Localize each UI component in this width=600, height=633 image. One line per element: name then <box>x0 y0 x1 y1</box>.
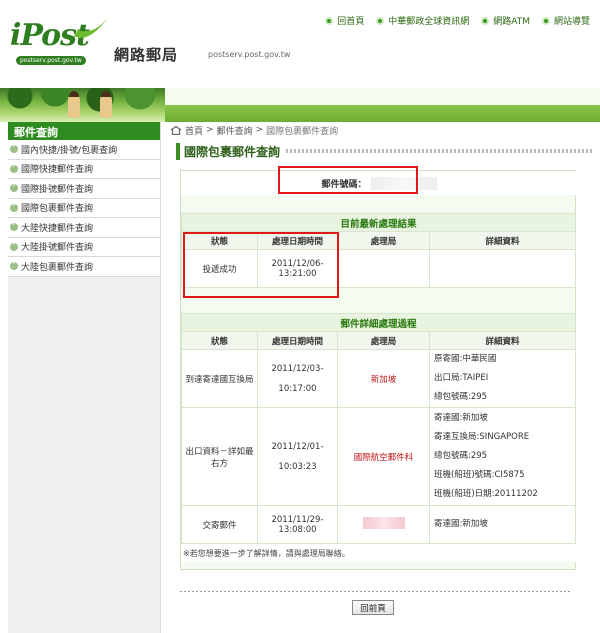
home-icon <box>170 125 182 135</box>
title-divider <box>286 149 592 153</box>
datetime-cell: 2011/11/29- 13:08:00 <box>257 505 338 544</box>
main-content: 首頁 > 郵件查詢 > 國際包裹郵件查詢 國際包裹郵件查詢 郵件號碼： 目前最新… <box>168 122 592 570</box>
chevron-right-icon <box>10 258 18 271</box>
latest-result-table: 目前最新處理結果 狀態 處理日期時間 處理局 詳細資料 投遞成功 2011/12… <box>180 213 577 288</box>
sidebar-item-intl-express[interactable]: 國際快捷郵件查詢 <box>8 159 160 179</box>
office-cell <box>337 249 430 288</box>
breadcrumb-home[interactable]: 首頁 <box>185 124 203 137</box>
sidebar-item-china-parcel[interactable]: 大陸包裹郵件查詢 <box>8 257 160 277</box>
details-cell <box>428 249 577 288</box>
banner-bar <box>165 88 600 122</box>
status-cell: 到達寄達國互換局 <box>181 349 258 408</box>
site-url: postserv.post.gov.tw <box>208 50 291 59</box>
chevron-right-icon <box>10 219 18 232</box>
details-cell: 原寄國:中華民國 出口局:TAIPEI 總包號碼:295 <box>428 349 577 408</box>
nav-atm-link[interactable]: 網路ATM <box>481 14 530 27</box>
chevron-right-icon <box>10 141 18 154</box>
character-illustration <box>100 91 112 118</box>
table-row: 交寄郵件 2011/11/29- 13:08:00 寄達國:新加坡 <box>181 505 577 544</box>
character-illustration <box>68 91 80 118</box>
office-cell: 新加坡 <box>337 349 430 408</box>
sidebar-title: 郵件查詢 <box>8 122 160 140</box>
details-cell: 寄達國:新加坡 <box>428 505 577 544</box>
table-row: 出口資料－詳如最右方 2011/12/01- 10:03:23 國際航空郵件科 寄… <box>181 407 577 506</box>
col-datetime: 處理日期時間 <box>257 231 338 250</box>
logo-sub: postserv.post.gov.tw <box>16 56 86 65</box>
latest-section-title: 目前最新處理結果 <box>180 213 577 232</box>
office-cell-redacted <box>337 505 430 544</box>
trees-illustration <box>0 88 165 122</box>
site-title: 網路郵局 <box>114 46 179 64</box>
top-nav: 回首頁 中華郵政全球資訊網 網路ATM 網站導覽 <box>325 14 590 27</box>
history-section: 郵件詳細處理過程 狀態 處理日期時間 處理局 詳細資料 到達寄達國互換局 201… <box>180 313 577 562</box>
mail-number-row: 郵件號碼： <box>181 171 577 195</box>
sidebar-item-domestic[interactable]: 國內快捷/掛號/包裹查詢 <box>8 140 160 160</box>
breadcrumb-sep: > <box>255 125 264 135</box>
bullet-icon <box>541 16 550 25</box>
latest-result-section: 目前最新處理結果 狀態 處理日期時間 處理局 詳細資料 投遞成功 2011/12… <box>180 213 577 288</box>
contact-note: ※若您想要進一步了解詳情，請與處理局聯絡。 <box>181 544 577 562</box>
header-banner <box>0 88 600 122</box>
history-table: 郵件詳細處理過程 狀態 處理日期時間 處理局 詳細資料 到達寄達國互換局 201… <box>180 313 577 544</box>
breadcrumb-sep: > <box>206 125 214 135</box>
mail-number-label: 郵件號碼： <box>321 179 367 190</box>
chevron-right-icon <box>10 239 18 251</box>
breadcrumb: 首頁 > 郵件查詢 > 國際包裹郵件查詢 <box>168 122 592 138</box>
col-office: 處理局 <box>337 331 430 350</box>
col-office: 處理局 <box>337 231 430 250</box>
col-status: 狀態 <box>181 231 258 250</box>
page-title-row: 國際包裹郵件查詢 <box>168 140 592 162</box>
result-panel: 郵件號碼： 目前最新處理結果 狀態 處理日期時間 處理局 詳細資料 投遞成功 2… <box>180 170 577 570</box>
sidebar-item-intl-registered[interactable]: 國際掛號郵件查詢 <box>8 179 160 199</box>
table-row: 投遞成功 2011/12/06- 13:21:00 <box>181 249 577 288</box>
site-header: iPost postserv.post.gov.tw 網路郵局 postserv… <box>0 0 600 88</box>
sidebar-item-china-registered[interactable]: 大陸掛號郵件查詢 <box>8 237 160 257</box>
status-cell: 投遞成功 <box>181 249 258 288</box>
chevron-right-icon <box>10 180 18 193</box>
back-button[interactable]: 回前頁 <box>352 600 394 615</box>
table-row: 到達寄達國互換局 2011/12/03- 10:17:00 新加坡 原寄國:中華民… <box>181 349 577 408</box>
office-cell: 國際航空郵件科 <box>337 407 430 506</box>
col-datetime: 處理日期時間 <box>257 331 338 350</box>
col-details: 詳細資料 <box>428 231 577 250</box>
history-section-title: 郵件詳細處理過程 <box>180 313 577 332</box>
footer-divider <box>180 591 570 592</box>
nav-global-link[interactable]: 中華郵政全球資訊網 <box>376 14 469 27</box>
col-status: 狀態 <box>181 331 258 350</box>
page-title: 國際包裹郵件查詢 <box>176 142 280 160</box>
sidebar-item-china-express[interactable]: 大陸快捷郵件查詢 <box>8 218 160 238</box>
ipost-logo[interactable]: iPost postserv.post.gov.tw <box>10 18 110 72</box>
datetime-cell: 2011/12/01- 10:03:23 <box>257 407 338 506</box>
bullet-icon <box>481 16 490 25</box>
col-details: 詳細資料 <box>428 331 577 350</box>
status-cell: 出口資料－詳如最右方 <box>181 407 258 506</box>
datetime-cell: 2011/12/03- 10:17:00 <box>257 349 338 408</box>
logo-swoosh-icon <box>74 18 108 38</box>
sidebar: 郵件查詢 國內快捷/掛號/包裹查詢 國際快捷郵件查詢 國際掛號郵件查詢 國際包裹… <box>8 122 161 633</box>
bullet-icon <box>376 16 385 25</box>
breadcrumb-level1[interactable]: 郵件查詢 <box>217 124 253 137</box>
breadcrumb-current: 國際包裹郵件查詢 <box>266 126 339 137</box>
details-cell: 寄達國:新加坡 寄達互換局:SINGAPORE 總包號碼:295 班機(船班)號… <box>428 407 577 506</box>
datetime-cell: 2011/12/06- 13:21:00 <box>257 249 338 288</box>
status-cell: 交寄郵件 <box>181 505 258 544</box>
chevron-right-icon <box>10 161 18 173</box>
mail-number-value-redacted <box>370 176 437 190</box>
chevron-right-icon <box>10 200 18 212</box>
nav-sitemap-link[interactable]: 網站導覽 <box>541 14 590 27</box>
sidebar-filler <box>8 276 160 618</box>
bullet-icon <box>325 16 334 25</box>
nav-home-link[interactable]: 回首頁 <box>325 14 364 27</box>
sidebar-item-intl-parcel[interactable]: 國際包裹郵件查詢 <box>8 198 160 218</box>
